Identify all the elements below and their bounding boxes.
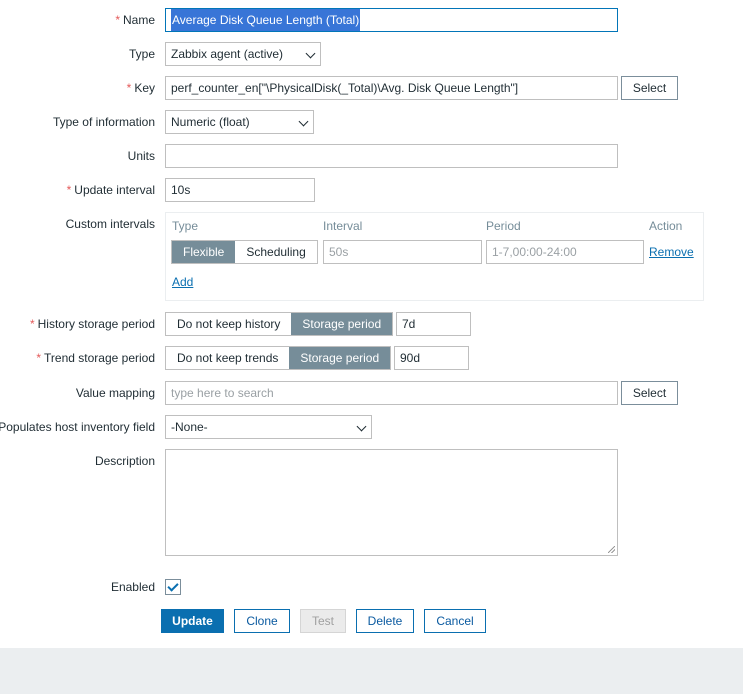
do-not-keep-history-option[interactable]: Do not keep history — [166, 313, 292, 335]
description-label: Description — [94, 454, 155, 468]
inventory-field-select[interactable]: -None- — [165, 415, 372, 439]
trend-storage-label: * Trend storage period — [36, 351, 155, 365]
trend-storage-input[interactable]: 90d — [394, 346, 469, 370]
name-input-value: Average Disk Queue Length (Total) — [171, 9, 361, 31]
required-marker: * — [115, 13, 120, 27]
required-marker: * — [126, 81, 132, 95]
remove-interval-link[interactable]: Remove — [649, 245, 694, 259]
value-mapping-label: Value mapping — [75, 386, 155, 400]
type-select[interactable]: Zabbix agent (active) — [165, 42, 321, 66]
type-of-information-label: Type of information — [52, 115, 155, 129]
type-label: Type — [128, 47, 155, 61]
chevron-down-icon — [298, 116, 309, 127]
history-storage-label-text: History storage period — [37, 317, 155, 331]
custom-interval-input[interactable]: 50s — [323, 240, 482, 264]
history-storage-toggle: Do not keep history Storage period — [165, 312, 394, 336]
history-storage-label: * History storage period — [30, 317, 155, 331]
key-input[interactable]: perf_counter_en["\PhysicalDisk(_Total)\A… — [165, 76, 618, 100]
units-input[interactable] — [165, 144, 618, 168]
inventory-field-value: -None- — [171, 420, 208, 434]
test-button: Test — [300, 609, 346, 633]
interval-type-toggle: Flexible Scheduling — [171, 240, 318, 264]
col-header-action: Action — [649, 219, 683, 233]
key-select-button[interactable]: Select — [621, 76, 678, 100]
clone-button[interactable]: Clone — [234, 609, 290, 633]
enabled-label: Enabled — [110, 580, 155, 594]
update-button[interactable]: Update — [161, 609, 224, 633]
history-storage-input[interactable]: 7d — [396, 312, 471, 336]
name-input[interactable]: Average Disk Queue Length (Total) — [165, 8, 618, 32]
trend-storage-label-text: Trend storage period — [44, 351, 155, 365]
value-mapping-select-button[interactable]: Select — [621, 381, 678, 405]
required-marker: * — [36, 351, 42, 365]
update-interval-label-text: Update interval — [74, 183, 155, 197]
col-header-interval: Interval — [323, 219, 363, 233]
update-interval-input[interactable]: 10s — [165, 178, 315, 202]
key-label-text: Key — [134, 81, 155, 95]
value-mapping-input[interactable]: type here to search — [165, 381, 618, 405]
name-label-text: Name — [122, 13, 155, 27]
type-of-information-value: Numeric (float) — [171, 115, 250, 129]
custom-intervals-table: Type Interval Period Action Flexible Sch… — [165, 212, 704, 301]
name-label: * Name — [115, 13, 155, 27]
delete-button[interactable]: Delete — [356, 609, 414, 633]
custom-intervals-label: Custom intervals — [65, 217, 155, 231]
flexible-option[interactable]: Flexible — [172, 241, 236, 263]
col-header-period: Period — [486, 219, 521, 233]
inventory-field-label: Populates host inventory field — [0, 420, 155, 434]
description-textarea[interactable] — [165, 449, 618, 556]
chevron-down-icon — [356, 421, 367, 432]
col-header-type: Type — [172, 219, 199, 233]
required-marker: * — [29, 317, 35, 331]
page-footer — [0, 648, 743, 694]
custom-period-input[interactable]: 1-7,00:00-24:00 — [486, 240, 644, 264]
units-label: Units — [127, 149, 155, 163]
trend-storage-toggle: Do not keep trends Storage period — [165, 346, 392, 370]
scheduling-option[interactable]: Scheduling — [235, 241, 317, 263]
required-marker: * — [66, 183, 72, 197]
type-of-information-select[interactable]: Numeric (float) — [165, 110, 314, 134]
update-interval-label: * Update interval — [67, 183, 155, 197]
cancel-button[interactable]: Cancel — [424, 609, 486, 633]
resize-grip-icon[interactable] — [608, 546, 615, 553]
do-not-keep-trends-option[interactable]: Do not keep trends — [166, 347, 290, 369]
key-label: * Key — [127, 81, 155, 95]
history-storage-period-option[interactable]: Storage period — [291, 313, 393, 335]
type-select-value: Zabbix agent (active) — [171, 47, 284, 61]
add-interval-link[interactable]: Add — [172, 275, 193, 289]
trend-storage-period-option[interactable]: Storage period — [289, 347, 391, 369]
enabled-checkbox[interactable] — [165, 579, 181, 595]
chevron-down-icon — [305, 48, 316, 59]
